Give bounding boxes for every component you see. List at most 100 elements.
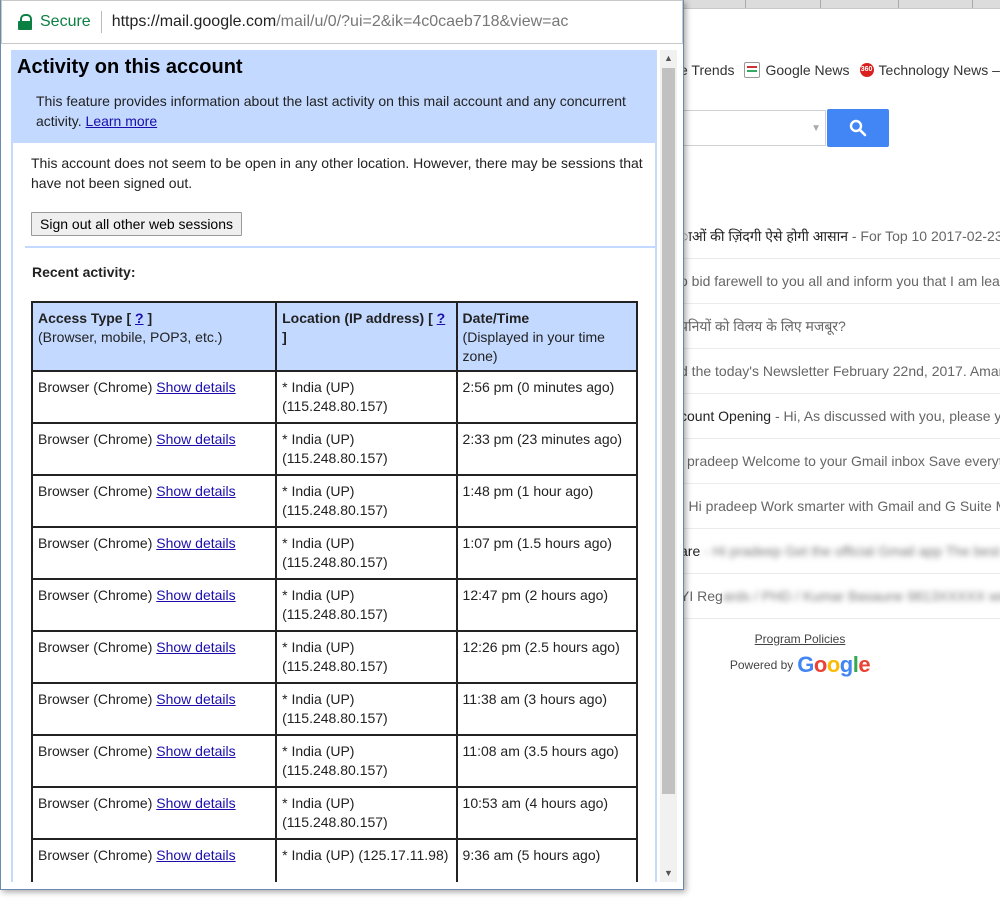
activity-page: Activity on this account This feature pr…: [11, 50, 657, 882]
access-type-cell: Browser (Chrome) Show details: [30, 838, 278, 882]
powered-by-label: Powered by: [729, 658, 794, 672]
scroll-up-arrow-icon[interactable]: ▲: [660, 50, 677, 67]
location-cell: * India (UP) (125.17.11.98): [275, 838, 458, 882]
access-type: Browser (Chrome): [38, 691, 153, 707]
snippet: पनियों को विलय के लिए मजबूर?: [680, 318, 846, 334]
date-time-cell: 10:53 am (4 hours ago): [455, 786, 639, 840]
activity-table-body: Browser (Chrome) Show details * India (UP…: [30, 370, 639, 882]
list-item[interactable]: पनियों को विलय के लिए मजबूर?: [680, 304, 1000, 349]
location-cell: * India (UP) (115.248.80.157): [275, 786, 458, 840]
powered-by-google: Powered by Google: [700, 652, 900, 678]
date-time-cell: 2:56 pm (0 minutes ago): [455, 370, 639, 424]
tab-divider: [898, 0, 899, 8]
column-subtitle: (Browser, mobile, POP3, etc.): [38, 329, 223, 345]
scrollbar-thumb[interactable]: [662, 68, 675, 794]
table-row: Browser (Chrome) Show details * India (UP…: [30, 786, 639, 840]
tab-divider: [972, 0, 973, 8]
list-item[interactable]: o bid farewell to you all and inform you…: [680, 259, 1000, 304]
column-header-date-time: Date/Time (Displayed in your time zone): [455, 301, 639, 372]
list-item[interactable]: YI Regards / PHD / Kumar Basaune 9813XXX…: [680, 574, 1000, 619]
table-header-row: Access Type [ ? ] (Browser, mobile, POP3…: [30, 301, 639, 372]
bookmark-label: e Trends: [680, 62, 735, 78]
column-title: Date/Time: [462, 310, 530, 326]
column-title: Location (IP address): [282, 310, 425, 326]
access-type: Browser (Chrome): [38, 639, 153, 655]
location-help-link[interactable]: ?: [437, 310, 446, 326]
access-type-cell: Browser (Chrome) Show details: [30, 474, 278, 528]
list-item[interactable]: count Opening - Hi, As discussed with yo…: [680, 394, 1000, 439]
url-path: /mail/u/0/?ui=2&ik=4c0caeb718&view=ac: [276, 13, 569, 30]
access-type-cell: Browser (Chrome) Show details: [30, 526, 278, 580]
popup-scrollbar[interactable]: ▲ ▼: [660, 50, 677, 882]
show-details-link[interactable]: Show details: [156, 535, 235, 551]
program-policies-link[interactable]: Program Policies: [700, 632, 900, 646]
activity-popup-window: Secure https://mail.google.com/mail/u/0/…: [0, 0, 684, 890]
date-time-cell: 1:07 pm (1.5 hours ago): [455, 526, 639, 580]
table-row: Browser (Chrome) Show details * India (UP…: [30, 734, 639, 788]
location-cell: * India (UP) (115.248.80.157): [275, 578, 458, 632]
page-header: Activity on this account This feature pr…: [11, 50, 657, 143]
show-details-link[interactable]: Show details: [156, 795, 235, 811]
list-item[interactable]: d the today's Newsletter February 22nd, …: [680, 349, 1000, 394]
table-row: Browser (Chrome) Show details * India (UP…: [30, 474, 639, 528]
column-title: Access Type: [38, 310, 123, 326]
access-type: Browser (Chrome): [38, 847, 153, 863]
access-type: Browser (Chrome): [38, 743, 153, 759]
access-type-cell: Browser (Chrome) Show details: [30, 682, 278, 736]
show-details-link[interactable]: Show details: [156, 379, 235, 395]
date-time-cell: 11:08 am (3.5 hours ago): [455, 734, 639, 788]
learn-more-link[interactable]: Learn more: [86, 113, 158, 129]
dropdown-caret-icon[interactable]: ▼: [811, 123, 821, 134]
snippet: - Hi pradeep Work smarter with Gmail and…: [680, 498, 1000, 514]
snippet: d the today's Newsletter February 22nd, …: [680, 363, 1000, 379]
show-details-link[interactable]: Show details: [156, 639, 235, 655]
location-cell: * India (UP) (115.248.80.157): [275, 734, 458, 788]
scroll-down-arrow-icon[interactable]: ▼: [660, 865, 677, 882]
show-details-link[interactable]: Show details: [156, 691, 235, 707]
show-details-link[interactable]: Show details: [156, 587, 235, 603]
show-details-link[interactable]: Show details: [156, 483, 235, 499]
url-host: https://mail.google.com: [111, 13, 277, 30]
show-details-link[interactable]: Show details: [156, 431, 235, 447]
secure-label: Secure: [40, 13, 91, 30]
table-row: Browser (Chrome) Show details * India (UP…: [30, 630, 639, 684]
search-button[interactable]: [827, 109, 889, 147]
page-title: Activity on this account: [17, 56, 243, 78]
inbox-list: ाओं की ज़िंदगी ऐसे होगी आसान - For Top 1…: [680, 214, 1000, 619]
mail-search-input[interactable]: ▼: [680, 110, 826, 146]
bookmark-label: Google News: [765, 62, 850, 78]
access-type-cell: Browser (Chrome) Show details: [30, 370, 278, 424]
address-separator: [100, 11, 102, 33]
show-details-link[interactable]: Show details: [156, 743, 235, 759]
sign-out-all-sessions-button[interactable]: Sign out all other web sessions: [31, 212, 242, 236]
tab-divider: [745, 0, 746, 8]
divider: [25, 246, 655, 248]
access-type: Browser (Chrome): [38, 535, 153, 551]
access-type: Browser (Chrome): [38, 379, 153, 395]
address-bar[interactable]: Secure https://mail.google.com/mail/u/0/…: [1, 0, 683, 44]
bookmarks-bar: e Trends Google News 360 Technology News…: [680, 54, 1000, 86]
bookmark-google-news[interactable]: Google News: [744, 62, 850, 78]
bookmark-technology-news[interactable]: 360 Technology News – La: [859, 62, 1000, 78]
show-details-link[interactable]: Show details: [156, 847, 235, 863]
list-item[interactable]: ाओं की ज़िंदगी ऐसे होगी आसान - For Top 1…: [680, 214, 1000, 259]
access-type-cell: Browser (Chrome) Show details: [30, 422, 278, 476]
list-item[interactable]: i pradeep Welcome to your Gmail inbox Sa…: [680, 439, 1000, 484]
snippet: ards / PHD / Kumar Basaune 9813XXXXX www…: [722, 588, 1000, 604]
subject: count Opening: [680, 408, 772, 424]
access-type-help-link[interactable]: ?: [135, 310, 144, 326]
list-item[interactable]: - Hi pradeep Work smarter with Gmail and…: [680, 484, 1000, 529]
list-item[interactable]: are - Hi pradeep Get the official Gmail …: [680, 529, 1000, 574]
subject: ाओं की ज़िंदगी ऐसे होगी आसान: [680, 228, 848, 244]
technology-news-icon: 360: [859, 63, 874, 77]
access-type: Browser (Chrome): [38, 587, 153, 603]
column-subtitle: (Displayed in your time zone): [462, 329, 605, 364]
access-type: Browser (Chrome): [38, 795, 153, 811]
bookmark-trends[interactable]: e Trends: [680, 62, 734, 78]
access-type-cell: Browser (Chrome) Show details: [30, 630, 278, 684]
snippet: i pradeep Welcome to your Gmail inbox Sa…: [680, 453, 1000, 469]
recent-activity-heading: Recent activity:: [32, 264, 136, 280]
search-icon: [849, 119, 867, 137]
location-cell: * India (UP) (115.248.80.157): [275, 630, 458, 684]
date-time-cell: 11:38 am (3 hours ago): [455, 682, 639, 736]
